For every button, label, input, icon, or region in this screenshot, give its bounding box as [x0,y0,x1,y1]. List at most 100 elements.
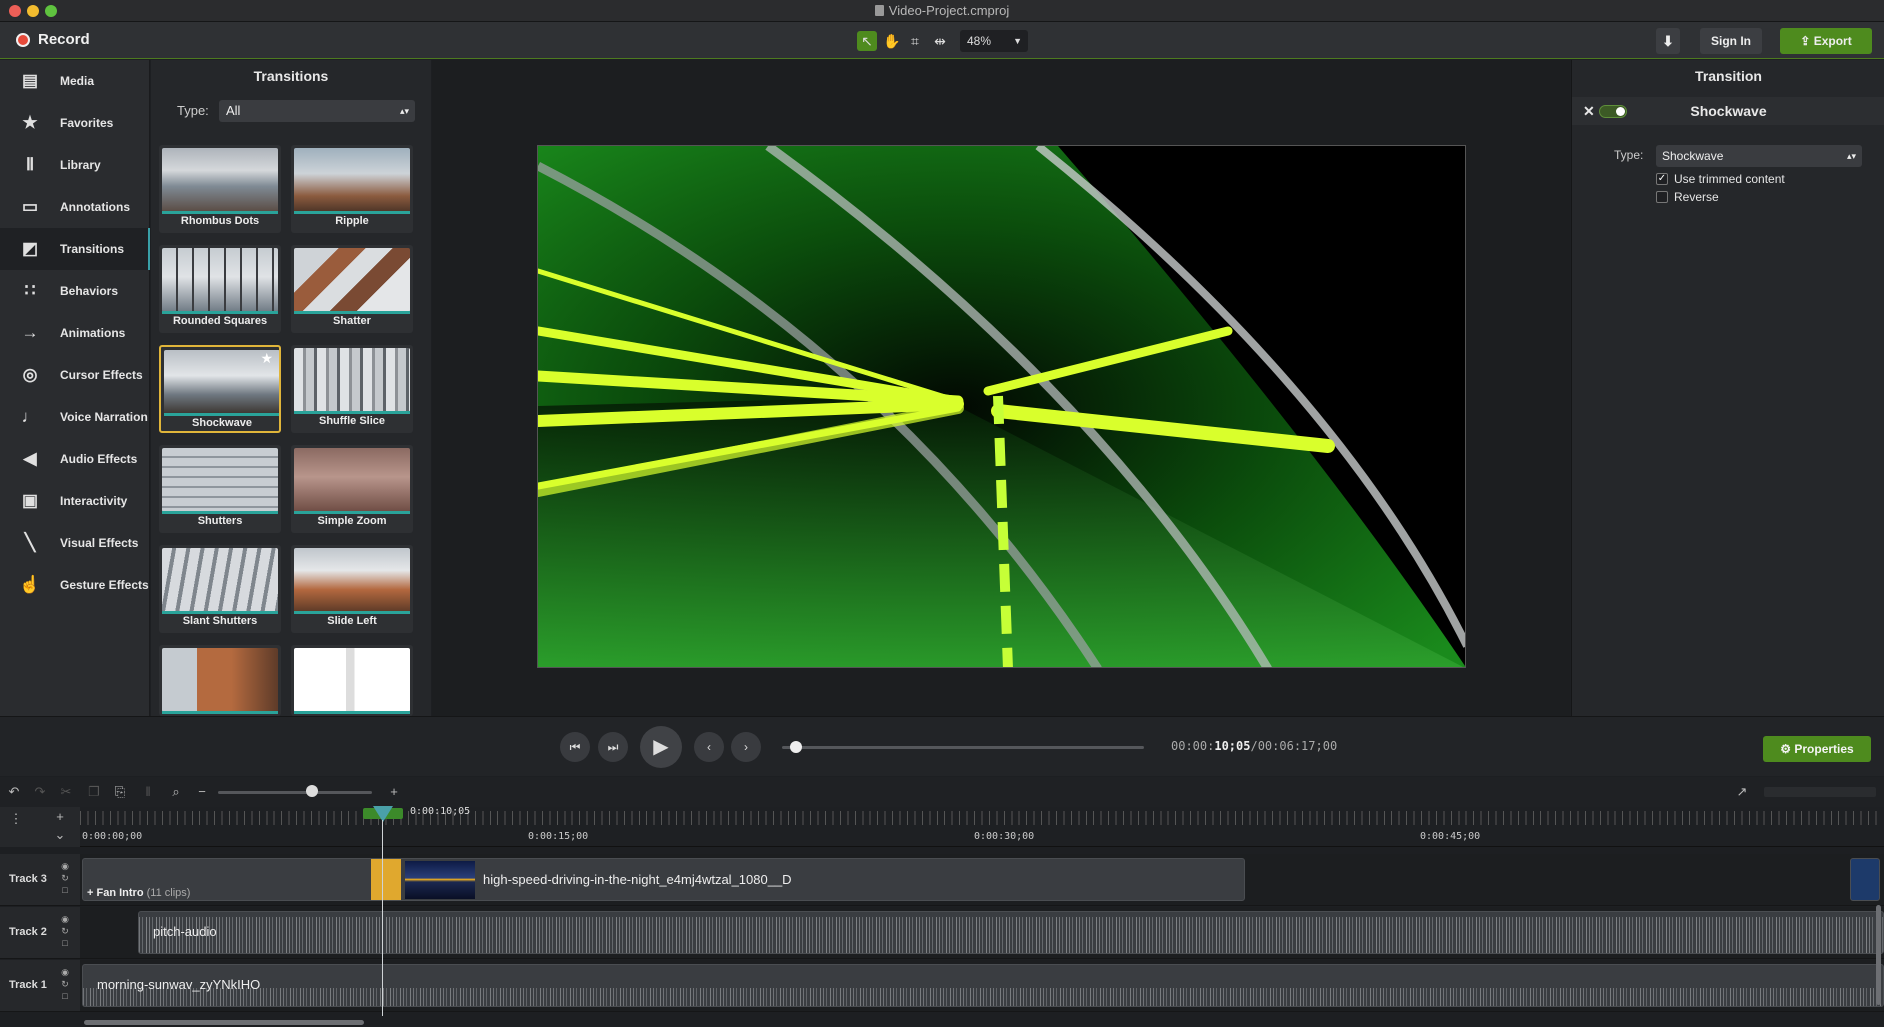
close-window-button[interactable] [9,5,21,17]
nav-item-library[interactable]: Ⅱ Library [0,144,150,186]
step-back-icon[interactable]: ⏮ [560,732,590,762]
track-row-1[interactable]: morning-sunwav_zyYNkIHO [80,960,1884,1012]
group-clip-fan-intro[interactable]: + Fan Intro (11 clips) high-speed-drivin… [82,858,1245,901]
zoom-value: 48% [967,34,992,48]
transition-thumb-rounded-squares[interactable]: Rounded Squares [159,245,281,333]
detach-timeline-icon[interactable]: ↗ [1734,784,1750,800]
cut-icon[interactable]: ✂ [58,784,74,800]
zoom-search-icon[interactable]: ⌕ [168,784,184,800]
transition-thumb-shatter[interactable]: Shatter [291,245,413,333]
timeline-vertical-scrollbar[interactable] [1876,905,1881,1005]
play-button[interactable]: ▶ [640,726,682,768]
audio-clip-morning-sun[interactable]: morning-sunwav_zyYNkIHO [82,964,1884,1007]
timeline-zoom-slider[interactable] [218,791,372,794]
transition-thumb-partial[interactable] [159,645,281,716]
remove-effect-icon[interactable]: ✕ [1583,103,1595,120]
nav-item-interactivity[interactable]: ▣ Interactivity [0,480,150,522]
track-visibility-lock-icons[interactable]: ◉ ↻ □ [58,966,72,1002]
add-track-icon[interactable]: + [52,809,68,825]
timeline-zoom-handle[interactable] [306,785,318,797]
ruler-label: 0:00:45;00 [1420,831,1481,842]
collapse-tracks-icon[interactable]: ⌄ [52,827,68,843]
scrubber-handle[interactable] [790,741,802,753]
split-icon[interactable]: ‖ [140,784,156,800]
transition-thumb-shutters[interactable]: Shutters [159,445,281,533]
zoom-out-icon[interactable]: − [194,784,210,800]
transition-type-select[interactable]: Shockwave ▴▾ [1656,145,1862,167]
paste-icon[interactable]: ⎘ [112,784,128,800]
nav-label: Library [60,158,101,172]
track-height-icon[interactable]: ⋮ [8,811,24,827]
nav-item-visual-effects[interactable]: ╲ Visual Effects [0,522,150,564]
transition-thumb-slide-left[interactable]: Slide Left [291,545,413,633]
nav-label: Favorites [60,116,114,130]
redo-icon[interactable]: ↷ [32,784,48,800]
frame-back-icon[interactable]: ⏭ [598,732,628,762]
type-filter-select[interactable]: All ▴▾ [219,100,415,122]
cursor-icon: ◎ [22,365,38,384]
playback-scrubber[interactable] [782,746,1144,749]
nav-label: Gesture Effects [60,578,149,592]
transition-thumb-slant-shutters[interactable]: Slant Shutters [159,545,281,633]
transition-thumb-partial[interactable] [291,645,413,716]
transition-thumb-shuffle-slice[interactable]: Shuffle Slice [291,345,413,433]
track-controls-header: ⋮ + ⌄ [0,807,80,847]
transition-thumb-shockwave[interactable]: ★ Shockwave [159,345,281,433]
nav-item-gesture-effects[interactable]: ☝ Gesture Effects [0,564,150,606]
effect-enable-toggle[interactable] [1599,105,1627,118]
nav-item-voice-narration[interactable]: ♩ Voice Narration [0,396,150,438]
track-row-2[interactable]: pitch-audio [80,907,1884,959]
transition-thumb-ripple[interactable]: Ripple [291,145,413,233]
track-name: Track 2 [9,926,47,938]
zoom-in-icon[interactable]: + [386,784,402,800]
transition-marker[interactable] [371,859,401,900]
audio-clip-pitch-audio[interactable]: pitch-audio [138,911,1884,954]
playhead-handle[interactable] [363,806,403,824]
crop-tool-icon[interactable]: ⌗ [905,31,925,51]
timeline-search-field[interactable] [1764,787,1876,797]
zoom-select[interactable]: 48% ▼ [960,30,1028,52]
properties-button[interactable]: ⚙ Properties [1763,736,1871,762]
maximize-window-button[interactable] [45,5,57,17]
favorite-star-icon[interactable]: ★ [260,350,273,367]
minimize-window-button[interactable] [27,5,39,17]
timeline-ruler[interactable]: 0:00:00;00 0:00:15;00 0:00:30;00 0:00:45… [80,807,1884,847]
track-row-3[interactable]: + Fan Intro (11 clips) high-speed-drivin… [80,854,1884,906]
pan-hand-tool-icon[interactable]: ✋ [882,31,902,51]
export-icon: ⇪ [1800,34,1811,48]
timeline-horizontal-scrollbar[interactable] [84,1020,364,1025]
track-header-2[interactable]: Track 2 ◉ ↻ □ [0,907,80,959]
previous-icon[interactable]: ‹ [694,732,724,762]
reverse-checkbox[interactable]: Reverse [1656,190,1719,204]
track-header-1[interactable]: Track 1 ◉ ↻ □ [0,960,80,1012]
track-visibility-lock-icons[interactable]: ◉ ↻ □ [58,860,72,896]
copy-icon[interactable]: ❐ [86,784,102,800]
fit-canvas-tool-icon[interactable]: ⇹ [930,31,950,51]
transition-thumb-rhombus-dots[interactable]: Rhombus Dots [159,145,281,233]
next-icon[interactable]: › [731,732,761,762]
transition-thumb-simple-zoom[interactable]: Simple Zoom [291,445,413,533]
sign-in-button[interactable]: Sign In [1700,28,1762,54]
nav-item-media[interactable]: ▤ Media [0,60,150,102]
timecode-prefix: 00:00: [1171,739,1215,753]
record-button[interactable]: Record [16,31,90,48]
track-header-3[interactable]: Track 3 ◉ ↻ □ [0,854,80,906]
nav-item-behaviors[interactable]: ∷ Behaviors [0,270,150,312]
download-icon[interactable]: ⬇ [1656,28,1680,54]
nav-item-animations[interactable]: → Animations [0,312,150,354]
clip-partial[interactable] [1850,858,1880,901]
undo-icon[interactable]: ↶ [6,784,22,800]
track-name: Track 3 [9,873,47,885]
nav-item-annotations[interactable]: ▭ Annotations [0,186,150,228]
select-tool-icon[interactable]: ↖ [857,31,877,51]
export-button[interactable]: ⇪ Export [1780,28,1872,54]
nav-item-audio-effects[interactable]: ◀ Audio Effects [0,438,150,480]
track-visibility-lock-icons[interactable]: ◉ ↻ □ [58,913,72,949]
effect-header: Shockwave ✕ [1572,97,1884,125]
thumbnail-image [294,348,410,412]
video-preview[interactable] [537,145,1466,668]
nav-item-transitions[interactable]: ◩ Transitions [0,228,150,270]
nav-item-cursor-effects[interactable]: ◎ Cursor Effects [0,354,150,396]
use-trimmed-checkbox[interactable]: ✓ Use trimmed content [1656,172,1785,186]
nav-item-favorites[interactable]: ★ Favorites [0,102,150,144]
